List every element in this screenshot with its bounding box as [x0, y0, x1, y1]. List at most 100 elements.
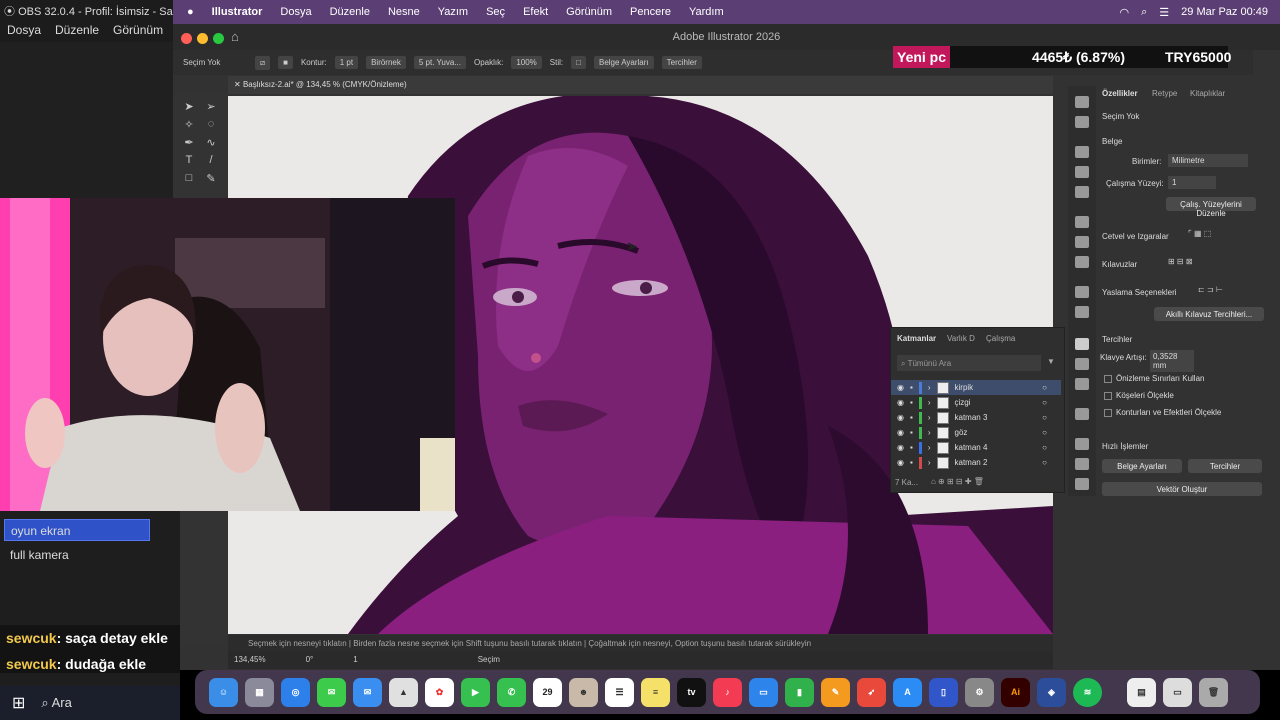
obs-menu-edit[interactable]: Düzenle [55, 23, 99, 42]
align-icon[interactable] [1075, 438, 1089, 450]
app-store-icon[interactable]: A [893, 677, 922, 707]
visibility-eye-icon[interactable]: ◉ [897, 443, 904, 452]
layer-row[interactable]: ◉ ▪ › göz ○ [891, 425, 1061, 440]
artboard-select[interactable]: 1 [1168, 176, 1216, 189]
keynote-icon[interactable]: ▭ [749, 677, 778, 707]
fill-swatch[interactable]: ⧄ [255, 55, 271, 70]
spotify-icon[interactable]: ≋ [1073, 677, 1102, 707]
expand-chevron-icon[interactable]: › [928, 413, 931, 422]
lock-icon[interactable]: ▪ [910, 458, 913, 467]
rectangle-tool-icon[interactable]: □ [181, 172, 197, 186]
brush-select[interactable]: 5 pt. Yuva... [413, 56, 466, 69]
windows-start-icon[interactable]: ⊞ [12, 693, 25, 713]
music-icon[interactable]: ♪ [713, 677, 742, 707]
smart-guides-button[interactable]: Akıllı Kılavuz Tercihleri... [1154, 307, 1264, 321]
contacts-icon[interactable]: ☻ [569, 677, 598, 707]
opacity-field[interactable]: 100% [511, 56, 542, 69]
visibility-eye-icon[interactable]: ◉ [897, 413, 904, 422]
brush-tool-icon[interactable]: ✎ [203, 172, 219, 186]
finder-icon[interactable]: ☺ [209, 677, 238, 707]
expand-chevron-icon[interactable]: › [928, 428, 931, 437]
tab-asset-export[interactable]: Varlık D [947, 334, 975, 343]
document-icon[interactable]: ▤ [1127, 677, 1156, 707]
selection-tool-icon[interactable]: ➤ [181, 100, 197, 114]
taskbar-search[interactable]: ⌕ Ara [41, 695, 71, 711]
facetime-icon[interactable]: ▶ [461, 677, 490, 707]
transform-icon[interactable] [1075, 478, 1089, 490]
expand-chevron-icon[interactable]: › [928, 383, 931, 392]
notes-icon[interactable]: ≡ [641, 677, 670, 707]
safari-icon[interactable]: ◎ [281, 677, 310, 707]
lock-icon[interactable]: ▪ [910, 443, 913, 452]
snap-toggle-icon[interactable]: ⊏ ⊐ ⊢ [1198, 285, 1223, 294]
document-settings-button[interactable]: Belge Ayarları [593, 56, 654, 69]
search-icon[interactable]: ⌕ [1141, 6, 1147, 19]
screen-icon[interactable]: ▭ [1163, 677, 1192, 707]
expand-chevron-icon[interactable]: › [928, 398, 931, 407]
line-tool-icon[interactable]: / [203, 154, 219, 168]
lock-icon[interactable]: ▪ [910, 413, 913, 422]
zoom-field[interactable]: 134,45% [234, 655, 266, 669]
menubar-clock[interactable]: 29 Mar Paz 00:49 [1181, 6, 1268, 19]
control-center-icon[interactable]: ☰ [1159, 6, 1169, 19]
close-tab-icon[interactable]: ✕ [234, 80, 243, 89]
messages-icon[interactable]: ✉ [317, 677, 346, 707]
graphic-styles-icon[interactable] [1075, 306, 1089, 318]
numbers-icon[interactable]: ▮ [785, 677, 814, 707]
menu-object[interactable]: Nesne [388, 6, 420, 18]
libraries-icon[interactable] [1075, 116, 1089, 128]
layer-row[interactable]: ◉ ▪ › katman 4 ○ [891, 440, 1061, 455]
magic-wand-tool-icon[interactable]: ✧ [181, 118, 197, 132]
artboards-icon[interactable] [1075, 378, 1089, 390]
lock-icon[interactable]: ▪ [910, 383, 913, 392]
scene-item[interactable]: oyun ekran [4, 519, 150, 541]
target-circle-icon[interactable]: ○ [1042, 413, 1047, 422]
visibility-eye-icon[interactable]: ◉ [897, 458, 904, 467]
preview-bounds-checkbox[interactable]: Önizleme Sınırları Kullan [1104, 374, 1204, 383]
layer-row[interactable]: ◉ ▪ › kirpik ○ [891, 380, 1061, 395]
lock-icon[interactable]: ▪ [910, 428, 913, 437]
symbols-icon[interactable] [1075, 186, 1089, 198]
tab-properties[interactable]: Özellikler [1102, 89, 1138, 98]
tab-artboards[interactable]: Çalışma [986, 334, 1015, 343]
pages-icon[interactable]: ✎ [821, 677, 850, 707]
artboard-number-field[interactable]: 1 [353, 655, 357, 669]
menu-type[interactable]: Yazım [438, 6, 468, 18]
reminders-icon[interactable]: ☰ [605, 677, 634, 707]
guides-toggle-icon[interactable]: ⊞ ⊟ ⊠ [1168, 257, 1193, 266]
menu-effect[interactable]: Efekt [523, 6, 548, 18]
expand-chevron-icon[interactable]: › [928, 443, 931, 452]
document-tab[interactable]: ✕ Başlıksız-2.ai* @ 134,45 % (CMYK/Önizl… [228, 76, 1053, 94]
menu-app-name[interactable]: Illustrator [212, 6, 263, 18]
type-tool-icon[interactable]: T [181, 154, 197, 168]
gradient-icon[interactable] [1075, 236, 1089, 248]
illustrator-icon[interactable]: Ai [1001, 677, 1030, 707]
zoom-window-button[interactable] [213, 33, 224, 44]
target-circle-icon[interactable]: ○ [1042, 458, 1047, 467]
stroke-swatch[interactable]: ■ [278, 56, 293, 69]
launchpad-icon[interactable]: ▦ [245, 677, 274, 707]
layer-row[interactable]: ◉ ▪ › katman 3 ○ [891, 410, 1061, 425]
visibility-eye-icon[interactable]: ◉ [897, 428, 904, 437]
preview-icon[interactable]: ▯ [929, 677, 958, 707]
scale-corners-checkbox[interactable]: Köşeleri Ölçekle [1104, 391, 1174, 400]
maps-icon[interactable]: ▲ [389, 677, 418, 707]
comments-icon[interactable] [1075, 408, 1089, 420]
menu-edit[interactable]: Düzenle [330, 6, 370, 18]
close-window-button[interactable] [181, 33, 192, 44]
asset-export-icon[interactable] [1075, 358, 1089, 370]
qa-preferences-button[interactable]: Tercihler [1188, 459, 1262, 473]
lock-icon[interactable]: ▪ [910, 398, 913, 407]
scale-strokes-checkbox[interactable]: Konturları ve Efektleri Ölçekle [1104, 408, 1221, 417]
filter-icon[interactable]: ▼ [1047, 357, 1055, 366]
vector-create-button[interactable]: Vektör Oluştur [1102, 482, 1262, 496]
appearance-icon[interactable] [1075, 286, 1089, 298]
edit-artboards-button[interactable]: Çalış. Yüzeylerini Düzenle [1166, 197, 1256, 218]
stroke-icon[interactable] [1075, 216, 1089, 228]
target-circle-icon[interactable]: ○ [1042, 443, 1047, 452]
photos-icon[interactable]: ✿ [425, 677, 454, 707]
expand-chevron-icon[interactable]: › [928, 458, 931, 467]
trash-icon[interactable]: 🗑 [1199, 677, 1228, 707]
visibility-eye-icon[interactable]: ◉ [897, 383, 904, 392]
target-circle-icon[interactable]: ○ [1042, 383, 1047, 392]
